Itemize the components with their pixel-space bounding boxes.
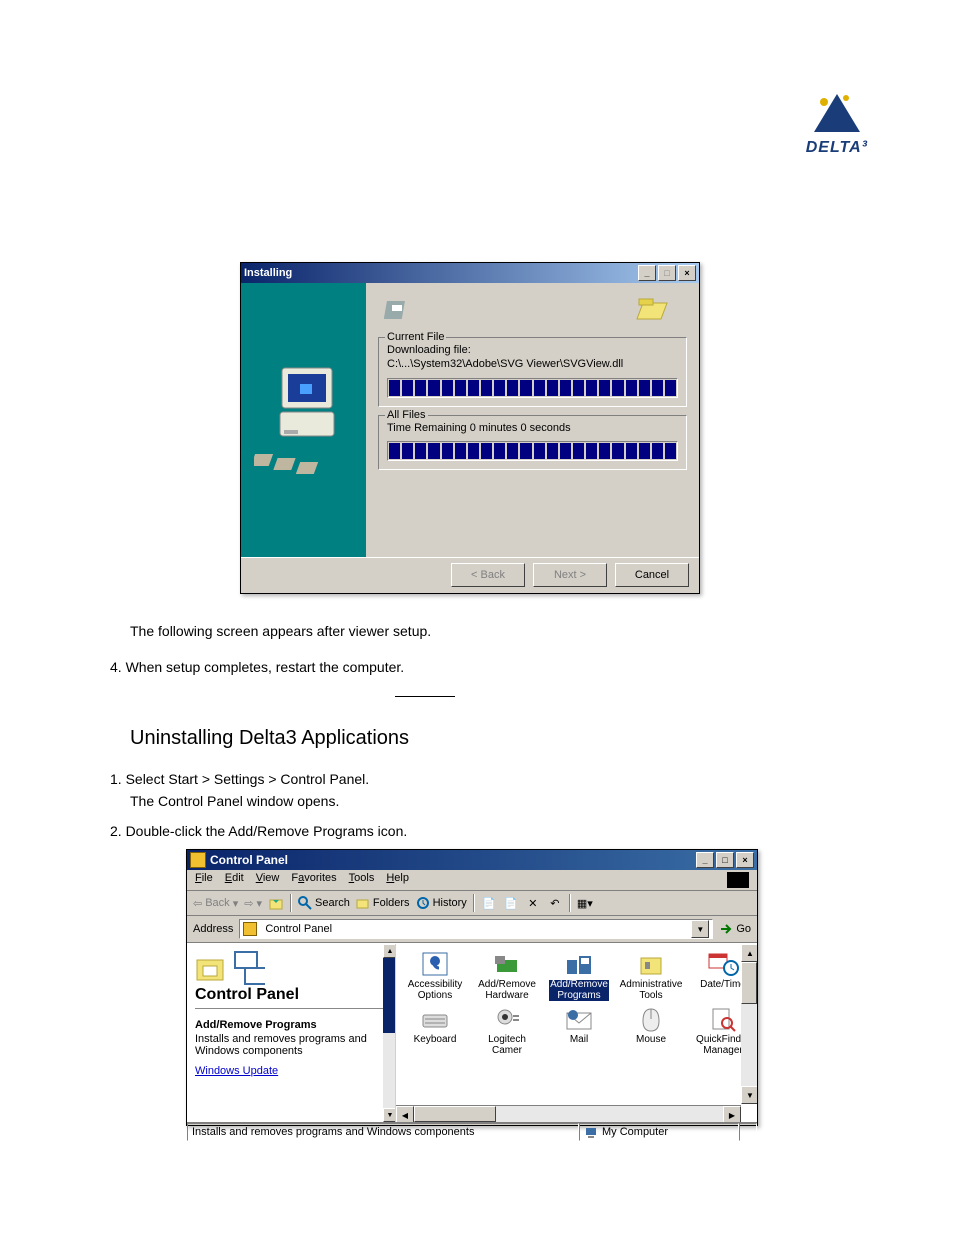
current-file-progress [387, 378, 678, 398]
menu-view[interactable]: View [256, 872, 280, 888]
cp-icon-area: AccessibilityOptionsAdd/RemoveHardwareAd… [396, 944, 757, 1122]
left-scroll-down[interactable]: ▼ [383, 1108, 396, 1122]
all-files-group: All Files Time Remaining 0 minutes 0 sec… [378, 415, 687, 471]
address-dropdown[interactable]: ▼ [691, 920, 709, 938]
up-folder-icon[interactable] [268, 895, 284, 911]
go-button[interactable]: Go [719, 922, 751, 936]
my-computer-icon [584, 1125, 598, 1139]
address-icon [243, 922, 257, 936]
cp-left-pane: Control Panel Add/Remove Programs Instal… [187, 944, 396, 1122]
back-button: < Back [451, 563, 525, 587]
maximize-button: □ [658, 265, 676, 281]
folder-open-icon [635, 295, 669, 325]
menu-help[interactable]: Help [386, 872, 409, 888]
control-panel-window: Control Panel _ □ × File Edit View Favor… [186, 849, 758, 1126]
folders-icon [356, 896, 370, 910]
cp-item-add-remove-programs[interactable]: Add/RemovePrograms [544, 950, 614, 1001]
step-2: 2. Double-click the Add/Remove Programs … [110, 822, 407, 841]
go-icon [719, 922, 733, 936]
step-1a: 1. Select Start > Settings > Control Pan… [110, 770, 369, 789]
cp-item-keyboard[interactable]: Keyboard [400, 1005, 470, 1056]
download-label: Downloading file: [387, 344, 678, 358]
disk-icon [384, 295, 414, 325]
copy-to-icon[interactable]: 📄 [503, 895, 519, 911]
cp-banner-icon [195, 950, 265, 986]
cp-titlebar[interactable]: Control Panel _ □ × [187, 850, 757, 870]
address-value: Control Panel [265, 923, 332, 935]
installer-sidebar-graphic [241, 283, 366, 557]
time-remaining: Time Remaining 0 minutes 0 seconds [387, 422, 678, 436]
document-page: DELTA³ Installing _ □ × [0, 0, 954, 1235]
resize-grip[interactable] [739, 1123, 757, 1141]
step-1b: The Control Panel window opens. [130, 792, 339, 811]
cp-menubar: File Edit View Favorites Tools Help [187, 870, 757, 891]
history-icon [416, 896, 430, 910]
address-label: Address [193, 923, 233, 935]
cp-item-accessibility-options[interactable]: AccessibilityOptions [400, 950, 470, 1001]
undo-icon[interactable]: ↶ [547, 895, 563, 911]
views-icon[interactable]: ▦▾ [577, 895, 593, 911]
brand-text: DELTA³ [806, 139, 868, 157]
right-vscroll[interactable]: ▲ ▼ [741, 944, 757, 1104]
address-bar: Address Control Panel ▼ Go [187, 916, 757, 943]
status-left: Installs and removes programs and Window… [187, 1123, 579, 1141]
cp-toolbar: ⇦ Back ▾ ⇨ ▾ Search Folders History 📄 📄 … [187, 891, 757, 916]
all-files-progress [387, 441, 678, 461]
cp-minimize-button[interactable]: _ [696, 852, 714, 868]
cp-item-add-remove-hardware[interactable]: Add/RemoveHardware [472, 950, 542, 1001]
status-bar: Installs and removes programs and Window… [187, 1122, 757, 1141]
address-field[interactable]: Control Panel ▼ [239, 919, 713, 939]
installer-title: Installing [244, 267, 292, 279]
menu-edit[interactable]: Edit [225, 872, 244, 888]
delete-icon[interactable]: ✕ [525, 895, 541, 911]
current-file-group: Current File Downloading file: C:\...\Sy… [378, 337, 687, 407]
close-button[interactable]: × [678, 265, 696, 281]
tb-folders[interactable]: Folders [356, 896, 410, 910]
current-file-legend: Current File [385, 331, 446, 343]
cancel-button[interactable]: Cancel [615, 563, 689, 587]
tb-history[interactable]: History [416, 896, 467, 910]
throbber-icon [727, 872, 749, 888]
status-right: My Computer [579, 1123, 739, 1141]
section-title: Uninstalling Delta3 Applications [130, 725, 409, 752]
menu-tools[interactable]: Tools [349, 872, 375, 888]
cp-maximize-button[interactable]: □ [716, 852, 734, 868]
search-icon [298, 896, 312, 910]
tb-back: ⇦ Back ▾ [193, 897, 238, 910]
delta-triangle-icon [812, 92, 862, 134]
right-hscroll[interactable]: ◀ ▶ [396, 1105, 741, 1122]
download-path: C:\...\System32\Adobe\SVG Viewer\SVGView… [387, 358, 678, 372]
installer-window: Installing _ □ × [240, 262, 700, 594]
minimize-button[interactable]: _ [638, 265, 656, 281]
move-to-icon[interactable]: 📄 [481, 895, 497, 911]
cp-left-title: Control Panel [195, 986, 387, 1009]
installer-titlebar[interactable]: Installing _ □ × [241, 263, 699, 283]
cp-left-desc: Installs and removes programs and Window… [195, 1033, 387, 1057]
menu-favorites[interactable]: Favorites [291, 872, 336, 888]
next-button: Next > [533, 563, 607, 587]
cp-title: Control Panel [210, 853, 288, 867]
cp-left-heading: Add/Remove Programs [195, 1019, 387, 1031]
left-scroll-up[interactable]: ▲ [383, 944, 396, 958]
step-4: 4. When setup completes, restart the com… [110, 658, 404, 677]
cp-title-icon [190, 852, 206, 868]
cp-left-link[interactable]: Windows Update [195, 1065, 387, 1077]
cp-close-button[interactable]: × [736, 852, 754, 868]
caption-after-install: The following screen appears after viewe… [130, 622, 431, 641]
cp-item-mouse[interactable]: Mouse [616, 1005, 686, 1056]
cp-item-logitech-camer[interactable]: LogitechCamer [472, 1005, 542, 1056]
section-divider [395, 696, 455, 697]
menu-file[interactable]: File [195, 872, 213, 888]
cp-item-administrative-tools[interactable]: AdministrativeTools [616, 950, 686, 1001]
cp-item-mail[interactable]: Mail [544, 1005, 614, 1056]
brand-logo: DELTA³ [806, 92, 868, 157]
tb-forward: ⇨ ▾ [244, 897, 262, 910]
tb-search[interactable]: Search [298, 896, 350, 910]
all-files-legend: All Files [385, 409, 428, 421]
